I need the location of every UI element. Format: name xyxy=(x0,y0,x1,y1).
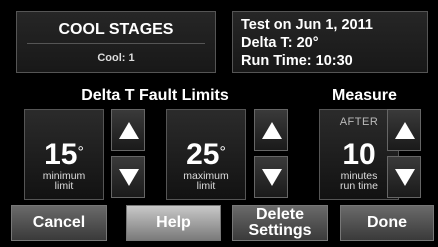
minimum-limit-display: 15° minimum limit xyxy=(24,109,104,200)
cool-stages-panel: COOL STAGES Cool: 1 xyxy=(16,11,216,73)
minimum-limit-down-button[interactable] xyxy=(111,156,145,198)
down-arrow-icon xyxy=(119,169,139,186)
fault-limits-title: Delta T Fault Limits xyxy=(81,87,229,104)
done-button[interactable]: Done xyxy=(340,205,434,241)
minimum-limit-up-button[interactable] xyxy=(111,109,145,151)
run-time-text: Run Time: 10:30 xyxy=(241,53,353,69)
test-date-text: Test on Jun 1, 2011 xyxy=(241,17,373,33)
delta-t-text: Delta T: 20° xyxy=(241,35,319,51)
delete-settings-label-line2: Settings xyxy=(248,222,312,239)
delete-settings-label-line1: Delete xyxy=(255,206,305,223)
degree-symbol: ° xyxy=(77,144,84,161)
test-info-panel: Test on Jun 1, 2011 Delta T: 20° Run Tim… xyxy=(232,11,428,73)
up-arrow-icon xyxy=(395,122,415,139)
maximum-limit-value-wrap: 25° xyxy=(167,139,245,171)
degree-symbol: ° xyxy=(219,144,226,161)
minimum-limit-caption: minimum limit xyxy=(25,171,103,192)
minimum-limit-value-wrap: 15° xyxy=(25,139,103,171)
maximum-limit-value: 25 xyxy=(186,138,220,171)
maximum-limit-up-button[interactable] xyxy=(254,109,288,151)
caption-line: limit xyxy=(54,180,74,192)
divider xyxy=(27,43,205,44)
minimum-limit-value: 15 xyxy=(44,138,78,171)
up-arrow-icon xyxy=(119,122,139,139)
down-arrow-icon xyxy=(395,169,415,186)
measure-title: Measure xyxy=(332,87,397,104)
up-arrow-icon xyxy=(262,122,282,139)
caption-line: limit xyxy=(196,180,216,192)
help-button[interactable]: Help xyxy=(126,205,221,241)
measure-after-up-button[interactable] xyxy=(387,109,421,151)
delete-settings-button[interactable]: Delete Settings xyxy=(232,205,328,241)
cool-stages-title: COOL STAGES xyxy=(58,21,174,38)
cancel-button[interactable]: Cancel xyxy=(11,205,107,241)
down-arrow-icon xyxy=(262,169,282,186)
measure-after-down-button[interactable] xyxy=(387,156,421,198)
maximum-limit-down-button[interactable] xyxy=(254,156,288,198)
maximum-limit-display: 25° maximum limit xyxy=(166,109,246,200)
maximum-limit-caption: maximum limit xyxy=(167,171,245,192)
cool-stages-value: Cool: 1 xyxy=(97,52,135,64)
